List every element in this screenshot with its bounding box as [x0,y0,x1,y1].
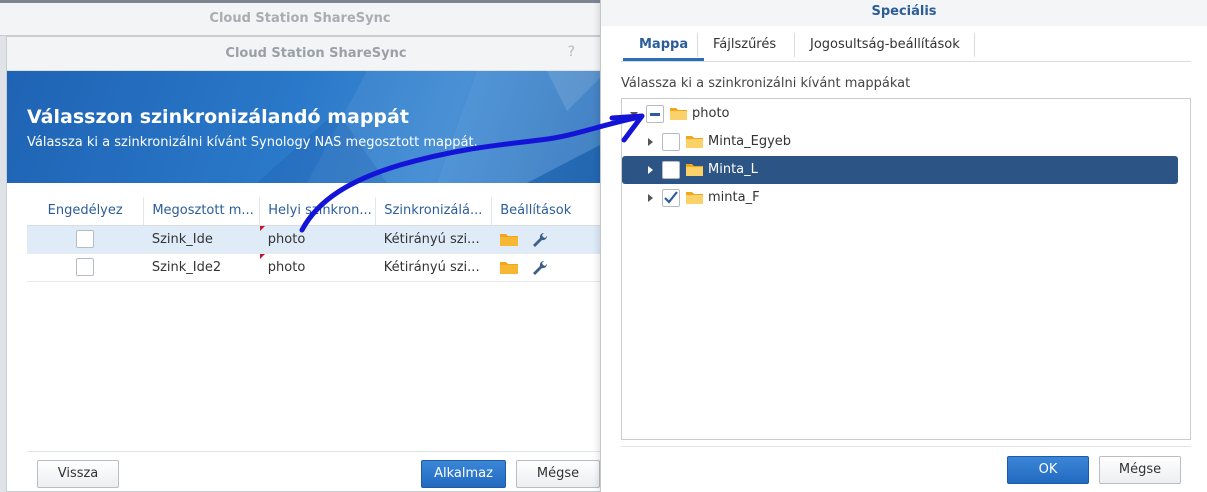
folder-icon [670,108,687,120]
checkmark-icon [664,191,678,204]
share-name: Szink_Ide2 [143,253,260,282]
local-folder: photo [267,231,306,247]
edited-marker [259,253,265,259]
tree-node[interactable]: minta_F [622,184,1190,212]
background-window-title: Cloud Station ShareSync [209,11,391,26]
tree-node-label: minta_F [708,190,760,205]
tree-node-label: photo [692,106,730,121]
tab-file-filter[interactable]: Fájlszűrés [697,30,792,61]
chevron-down-icon[interactable] [630,112,638,117]
column-header-share[interactable]: Megosztott m... [143,197,261,226]
footer-divider [621,446,1191,447]
enable-checkbox[interactable] [76,230,95,248]
tree-checkbox[interactable] [662,161,680,179]
tree-checkbox[interactable] [662,133,680,151]
column-header-local[interactable]: Helyi szinkron... [259,197,377,226]
tree-node-root[interactable]: photo [622,100,1190,128]
help-icon[interactable]: ? [568,44,575,60]
chevron-right-icon[interactable] [648,166,653,174]
wrench-icon[interactable] [532,232,547,247]
ok-button[interactable]: OK [1007,456,1089,484]
tree-checkbox-checked[interactable] [662,189,680,207]
chevron-right-icon[interactable] [648,138,653,146]
tree-checkbox[interactable] [646,105,664,123]
tree-node-label: Minta_L [708,162,758,177]
sync-direction[interactable]: Kétirányú szi... [375,253,492,282]
folder-icon[interactable] [499,232,518,246]
column-header-sync[interactable]: Szinkronizálá... [375,197,493,226]
tab-permissions[interactable]: Jogosultság-beállítások [794,30,976,61]
banner-heading: Válasszon szinkronizálandó mappát [27,106,409,128]
advanced-title: Speciális [871,4,937,19]
back-button[interactable]: Vissza [37,460,119,488]
chevron-right-icon[interactable] [648,194,653,202]
wrench-icon[interactable] [532,260,547,275]
column-header-enable[interactable]: Engedélyez [27,197,145,226]
enable-checkbox[interactable] [76,258,95,276]
cancel-button[interactable]: Mégse [516,460,600,488]
local-folder-cell[interactable]: photo [259,225,376,254]
sync-direction[interactable]: Kétirányú szi... [375,225,492,254]
shared-folders-table: Engedélyez Megosztott m... Helyi szinkro… [27,197,627,282]
dialog-title: Cloud Station ShareSync [225,46,407,61]
tree-node-selected[interactable]: Minta_L [622,156,1178,184]
tab-bar: Mappa Fájlszűrés Jogosultság-beállítások [621,30,1191,62]
banner-subheading: Válassza ki a szinkronizálni kívánt Syno… [27,135,478,150]
advanced-titlebar: Speciális [601,0,1207,26]
tab-folder[interactable]: Mappa [623,30,705,61]
folder-icon [686,192,703,204]
footer-divider [27,451,627,452]
local-folder: photo [267,259,306,275]
folder-tree: photo Minta_Egyeb Minta_L minta_F [621,98,1191,440]
tree-node[interactable]: Minta_Egyeb [622,128,1190,156]
tab-separator [974,33,975,57]
cancel-button[interactable]: Mégse [1099,456,1181,484]
header-banner: Válasszon szinkronizálandó mappát Válass… [7,71,627,183]
enable-cell [27,253,144,282]
table-row[interactable]: Szink_Ide photo Kétirányú szi... [27,225,627,254]
sharesync-dialog: Cloud Station ShareSync ? Válasszon szin… [6,36,627,492]
edited-marker [259,225,265,231]
apply-button[interactable]: Alkalmaz [421,460,506,488]
tree-node-label: Minta_Egyeb [708,134,792,149]
table-row[interactable]: Szink_Ide2 photo Kétirányú szi... [27,253,627,282]
advanced-dialog: Speciális Mappa Fájlszűrés Jogosultság-b… [600,0,1207,492]
folder-icon [686,136,703,148]
local-folder-cell[interactable]: photo [259,253,376,282]
share-name: Szink_Ide [143,225,260,254]
background-window: Cloud Station ShareSync [0,0,640,36]
enable-cell [27,225,144,254]
folder-instruction: Válassza ki a szinkronizálni kívánt mapp… [621,76,911,91]
dialog-titlebar: Cloud Station ShareSync ? [7,37,625,71]
folder-icon [686,164,703,176]
folder-icon[interactable] [499,260,518,274]
